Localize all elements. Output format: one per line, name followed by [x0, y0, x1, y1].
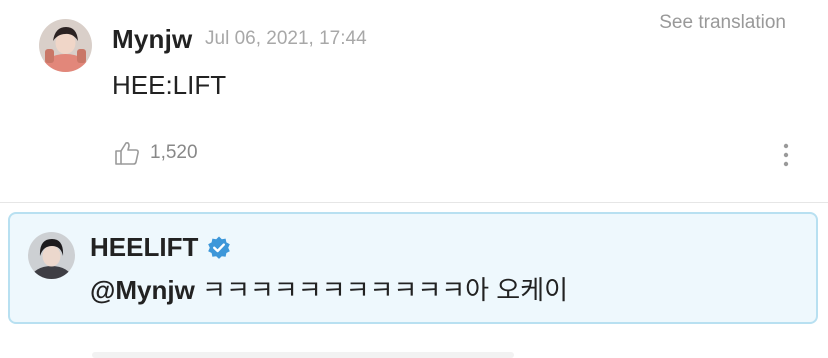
- comment-thread: Mynjw Jul 06, 2021, 17:44 See translatio…: [0, 0, 828, 358]
- reply-message: ㅋㅋㅋㅋㅋㅋㅋㅋㅋㅋㅋ아 오케이: [202, 275, 569, 305]
- reply-author[interactable]: HEELIFT: [90, 232, 232, 263]
- verified-badge-icon: [208, 236, 231, 259]
- more-vertical-icon: [783, 143, 789, 167]
- next-item-edge: [92, 352, 514, 358]
- like-count: 1,520: [150, 142, 198, 163]
- comment-timestamp: Jul 06, 2021, 17:44: [205, 28, 367, 49]
- comment-author[interactable]: Mynjw: [112, 24, 192, 55]
- reply-body: @Mynjw ㅋㅋㅋㅋㅋㅋㅋㅋㅋㅋㅋ아 오케이: [90, 270, 568, 307]
- comment-body: HEE:LIFT: [112, 70, 227, 100]
- see-translation-link[interactable]: See translation: [659, 12, 786, 34]
- mention-link[interactable]: @Mynjw: [90, 275, 195, 305]
- reply-author-name: HEELIFT: [90, 232, 199, 262]
- like-button[interactable]: 1,520: [114, 140, 198, 166]
- avatar[interactable]: [28, 232, 75, 279]
- thumbs-up-icon: [115, 142, 139, 165]
- divider: [0, 202, 828, 203]
- avatar[interactable]: [39, 19, 92, 72]
- more-options-button[interactable]: [778, 142, 794, 170]
- reply-card: HEELIFT @Mynjw ㅋㅋㅋㅋㅋㅋㅋㅋㅋㅋㅋ아 오케이: [8, 212, 818, 324]
